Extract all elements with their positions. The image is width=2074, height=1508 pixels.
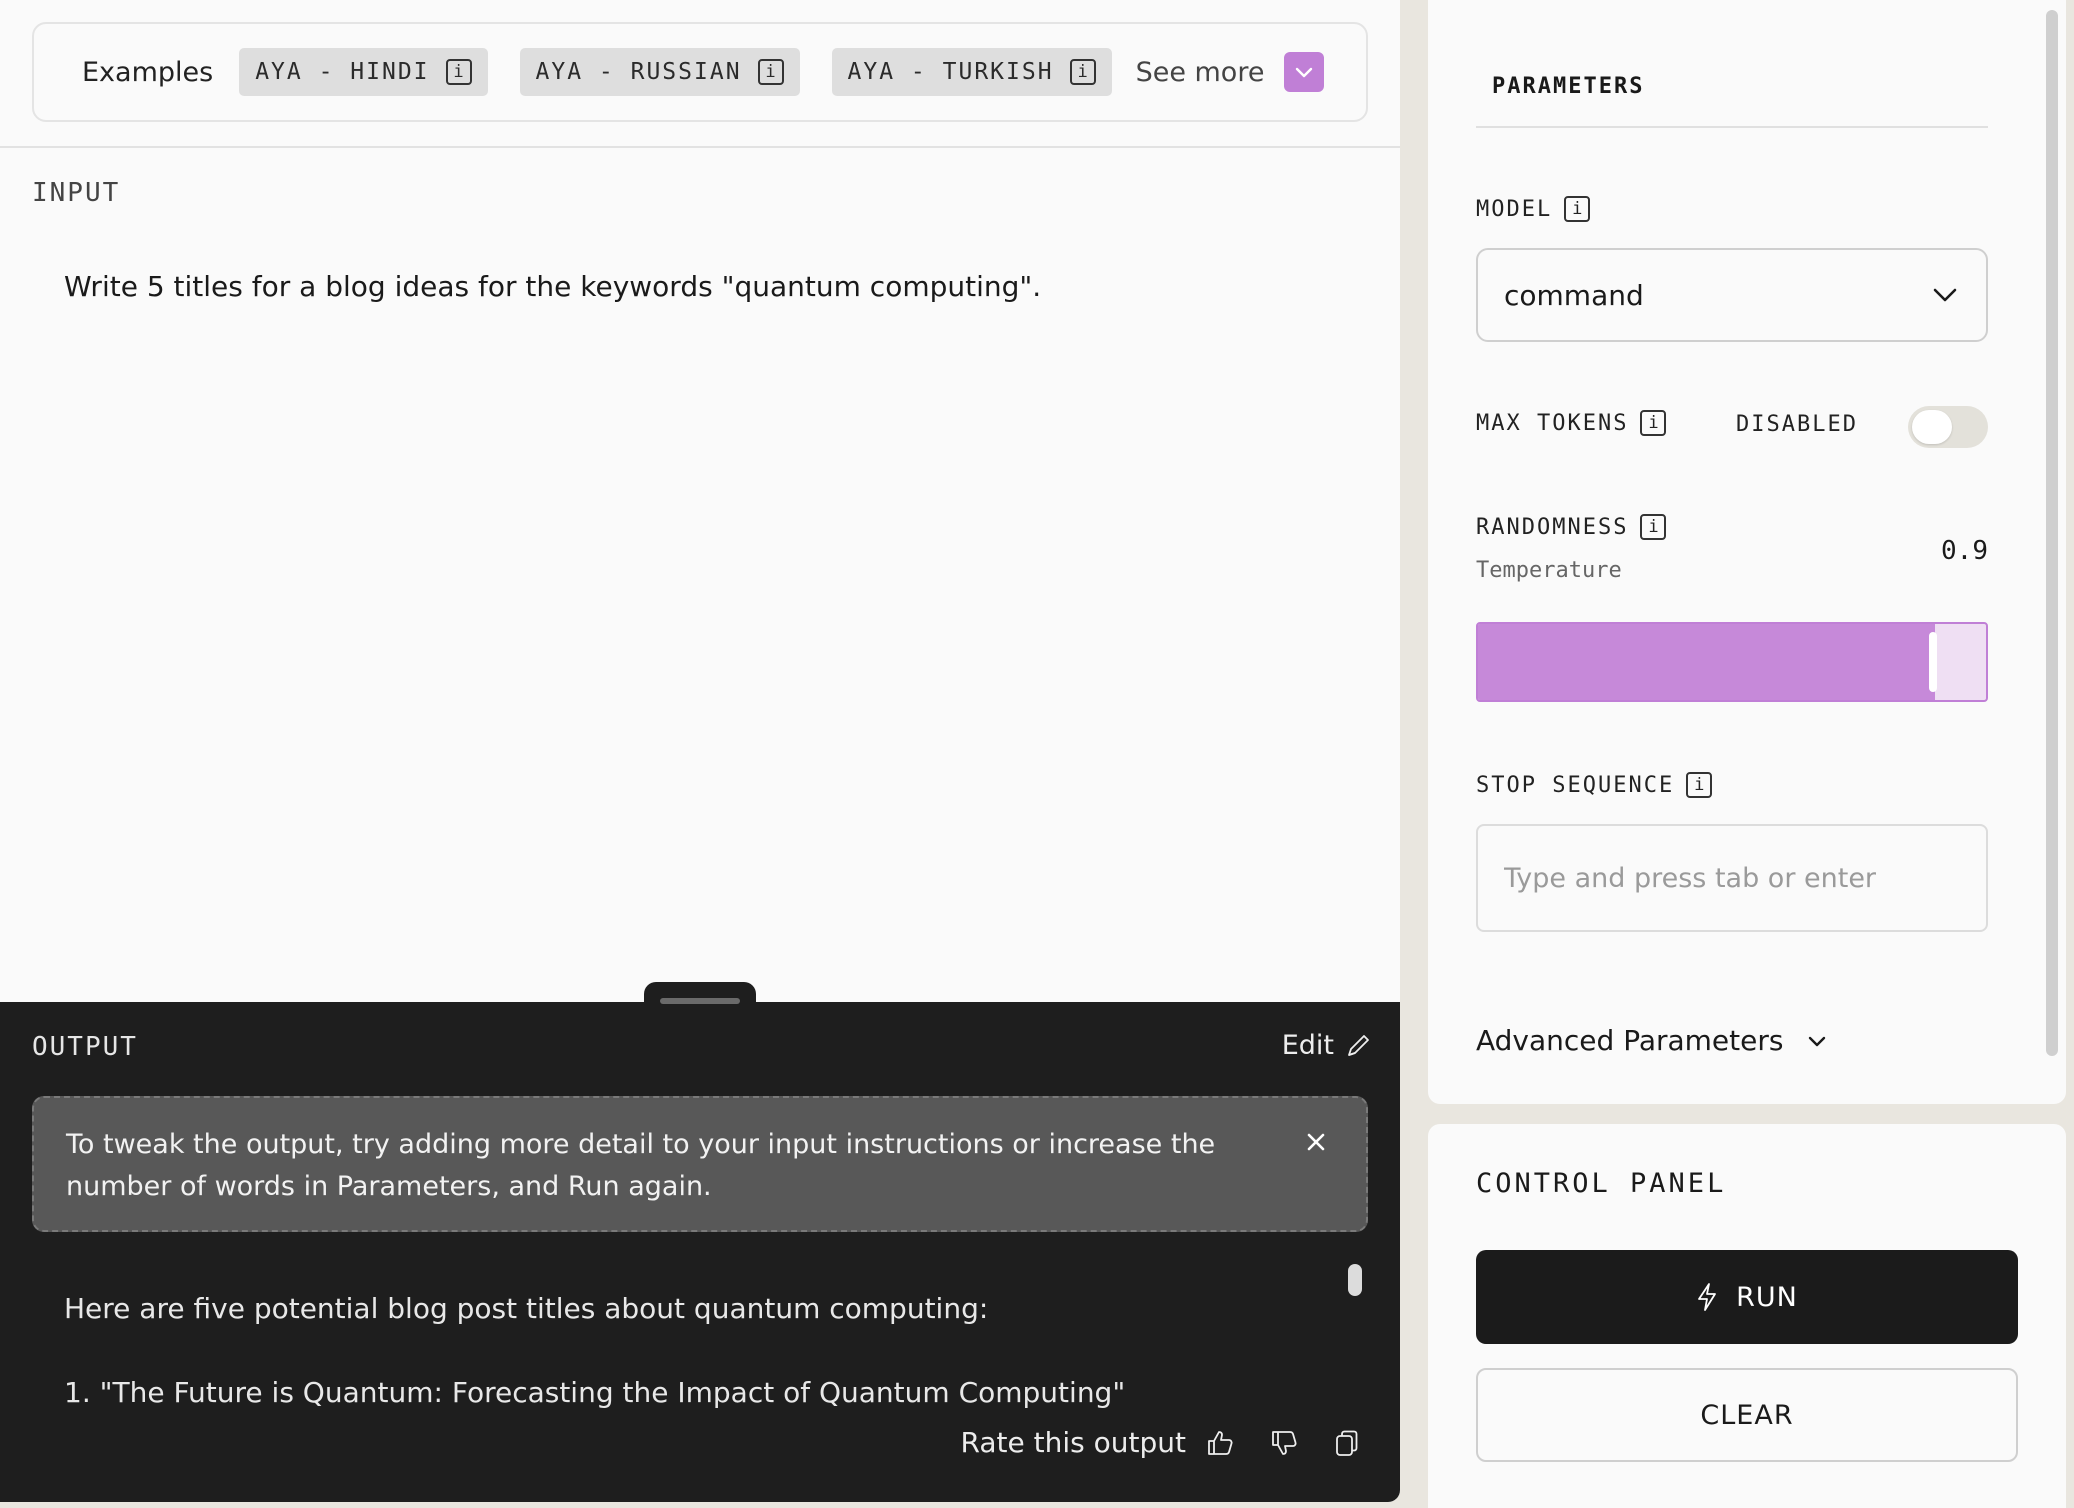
info-icon[interactable]: i	[757, 59, 784, 85]
max-tokens-state: DISABLED	[1736, 412, 1858, 437]
example-chip-aya-turkish[interactable]: AYA - TURKISH i	[831, 48, 1112, 96]
randomness-label-text: RANDOMNESS	[1476, 514, 1629, 540]
playground-panel: Examples AYA - HINDI i AYA - RUSSIAN i A…	[0, 0, 1400, 1502]
chevron-down-icon	[1809, 1036, 1826, 1046]
advanced-parameters-label: Advanced Parameters	[1476, 1024, 1784, 1057]
edit-button[interactable]: Edit	[1282, 1030, 1370, 1061]
output-tip-banner: To tweak the output, try adding more det…	[32, 1096, 1368, 1232]
temperature-slider[interactable]	[1476, 622, 1988, 702]
model-label-text: MODEL	[1476, 196, 1553, 222]
thumbs-down-icon[interactable]	[1270, 1429, 1298, 1457]
info-icon[interactable]: i	[1069, 59, 1096, 85]
edit-label: Edit	[1281, 1030, 1334, 1061]
example-chip-label: AYA - TURKISH	[847, 59, 1054, 85]
example-chip-label: AYA - RUSSIAN	[535, 59, 742, 85]
lightning-icon	[1698, 1283, 1717, 1311]
info-icon[interactable]: i	[445, 59, 472, 85]
output-label: OUTPUT	[32, 1032, 138, 1062]
stop-sequence-label: STOP SEQUENCE i	[1476, 772, 1713, 798]
randomness-label: RANDOMNESS i	[1476, 514, 1667, 540]
chevron-down-icon	[1933, 288, 1957, 302]
example-chip-aya-russian[interactable]: AYA - RUSSIAN i	[519, 48, 800, 96]
examples-label: Examples	[82, 56, 214, 88]
resize-handle[interactable]	[644, 982, 756, 1016]
parameters-scrollbar[interactable]	[2046, 10, 2058, 1056]
pencil-icon	[1348, 1034, 1369, 1056]
example-chip-label: AYA - HINDI	[255, 59, 430, 85]
parameters-panel: PARAMETERS MODEL i command MAX TOKENS i …	[1428, 0, 2066, 1104]
max-tokens-label: MAX TOKENS i	[1476, 410, 1667, 436]
clear-button[interactable]: CLEAR	[1476, 1368, 2018, 1462]
info-icon[interactable]: i	[1640, 514, 1667, 540]
info-icon[interactable]: i	[1686, 772, 1713, 798]
input-label: INPUT	[32, 178, 121, 208]
chevron-down-icon	[1296, 67, 1313, 78]
output-tip-text: To tweak the output, try adding more det…	[66, 1129, 1216, 1202]
see-more-link[interactable]: See more	[1136, 57, 1265, 88]
temperature-value: 0.9	[1941, 536, 1988, 566]
max-tokens-toggle[interactable]	[1908, 406, 1988, 448]
temperature-label: Temperature	[1476, 558, 1622, 583]
input-textarea[interactable]: Write 5 titles for a blog ideas for the …	[64, 270, 1041, 303]
resize-handle-grip	[660, 998, 740, 1004]
info-icon[interactable]: i	[1640, 410, 1667, 436]
example-chip-aya-hindi[interactable]: AYA - HINDI i	[239, 48, 488, 96]
output-text-line: Here are five potential blog post titles…	[64, 1292, 989, 1325]
temperature-slider-thumb[interactable]	[1929, 632, 1937, 692]
parameters-title: PARAMETERS	[1492, 74, 1645, 99]
clear-label: CLEAR	[1700, 1399, 1794, 1431]
toggle-knob	[1912, 410, 1952, 444]
output-text-line: 1. "The Future is Quantum: Forecasting t…	[64, 1376, 1126, 1409]
thumbs-up-icon[interactable]	[1206, 1429, 1234, 1457]
max-tokens-label-text: MAX TOKENS	[1476, 410, 1629, 436]
output-panel: OUTPUT Edit To tweak the output, try add…	[0, 1002, 1400, 1502]
divider	[0, 146, 1400, 148]
run-button[interactable]: RUN	[1476, 1250, 2018, 1344]
output-scrollbar[interactable]	[1348, 1264, 1362, 1296]
info-icon[interactable]: i	[1564, 196, 1591, 222]
copy-icon[interactable]	[1334, 1429, 1360, 1457]
run-label: RUN	[1736, 1281, 1798, 1313]
rate-output-bar: Rate this output	[961, 1426, 1360, 1459]
advanced-parameters-toggle[interactable]: Advanced Parameters	[1476, 1024, 1827, 1057]
temperature-slider-fill	[1478, 624, 1935, 700]
control-panel-title: CONTROL PANEL	[1476, 1168, 1727, 1199]
stop-sequence-label-text: STOP SEQUENCE	[1476, 772, 1675, 798]
model-select[interactable]: command	[1476, 248, 1988, 342]
rate-output-label: Rate this output	[960, 1426, 1186, 1459]
model-select-value: command	[1504, 278, 1644, 312]
examples-bar: Examples AYA - HINDI i AYA - RUSSIAN i A…	[32, 22, 1368, 122]
divider	[1476, 126, 1988, 128]
model-label: MODEL i	[1476, 196, 1591, 222]
control-panel: CONTROL PANEL RUN CLEAR	[1428, 1124, 2066, 1508]
close-icon[interactable]	[1302, 1128, 1330, 1156]
see-more-button[interactable]	[1284, 52, 1325, 92]
stop-sequence-input[interactable]	[1476, 824, 1988, 932]
